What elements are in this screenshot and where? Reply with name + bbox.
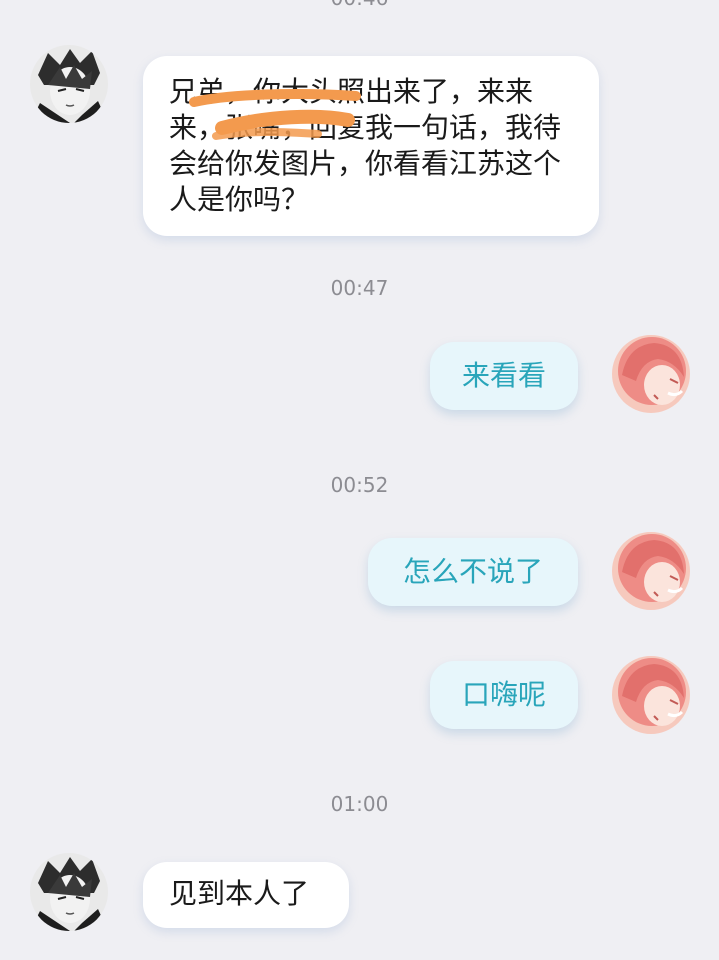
contact-avatar[interactable] [30,853,108,931]
message-text: 怎么不说了 [402,555,543,588]
message-text: 见到本人了 [169,877,310,910]
message-bubble-incoming[interactable]: 见到本人了 [143,862,349,928]
redaction-scribble [189,89,361,140]
self-avatar[interactable] [612,532,690,610]
grayscale-avatar-icon [30,45,108,123]
self-avatar[interactable] [612,335,690,413]
message-bubble-outgoing[interactable]: 怎么不说了 [368,538,578,606]
message-bubble-incoming[interactable]: 兄弟，你大头照出来了，来来来，张嘴，回复我一句话，我待会给你发图片，你看看江苏这… [143,56,599,236]
timestamp: 01:00 [330,792,389,816]
pink-avatar-icon [612,532,690,610]
message-bubble-outgoing[interactable]: 口嗨呢 [430,661,578,729]
self-avatar[interactable] [612,656,690,734]
timestamp: 00:52 [330,473,389,497]
message-text: 来看看 [461,359,546,392]
message-bubble-outgoing[interactable]: 来看看 [430,342,578,410]
pink-avatar-icon [612,335,690,413]
timestamp-top-cut: 00:46 [0,0,719,10]
contact-avatar[interactable] [30,45,108,123]
pink-avatar-icon [612,656,690,734]
grayscale-avatar-icon [30,853,108,931]
message-text: 口嗨呢 [461,678,546,711]
timestamp: 00:47 [330,276,389,300]
